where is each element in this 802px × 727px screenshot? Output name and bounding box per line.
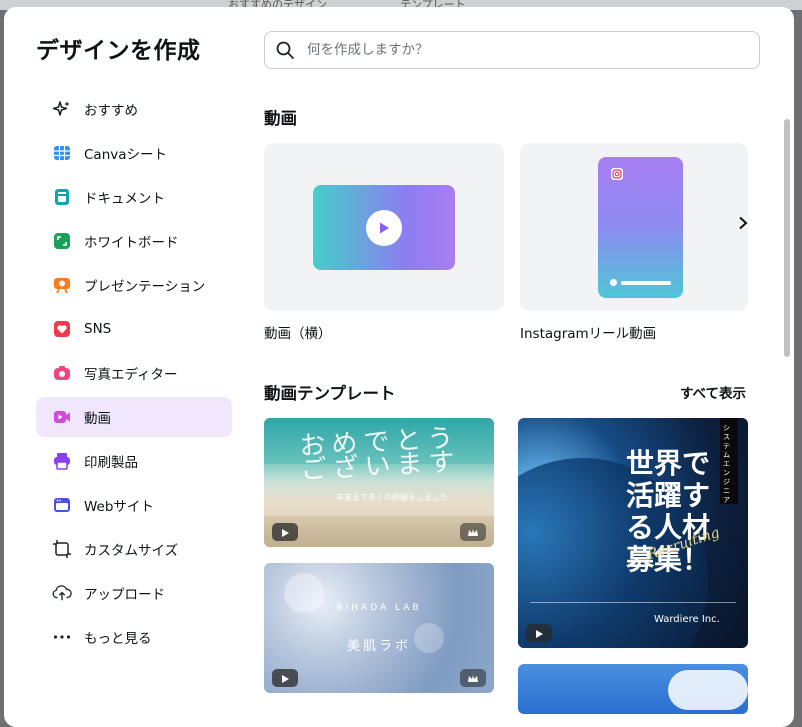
section-title-video: 動画 xyxy=(264,109,297,128)
crown-icon xyxy=(467,523,479,542)
card-instagram-reel[interactable] xyxy=(520,143,748,311)
sidebar-item-sns[interactable]: SNS xyxy=(36,309,232,349)
crown-icon xyxy=(467,669,479,688)
presentation-icon xyxy=(52,275,72,295)
printer-icon xyxy=(52,451,72,471)
card-video-landscape[interactable] xyxy=(264,143,504,311)
sidebar-item-presentation[interactable]: プレゼンテーション xyxy=(36,265,232,305)
play-badge xyxy=(272,669,298,687)
template-congratulations[interactable]: おめでとうございます 卒業まで多くの経験をしました xyxy=(264,418,494,547)
sparkle-icon xyxy=(52,99,72,119)
sidebar-item-photo-editor[interactable]: 写真エディター xyxy=(36,353,232,393)
sidebar-item-website[interactable]: Webサイト xyxy=(36,485,232,525)
more-icon xyxy=(52,627,72,647)
reel-caption-bar xyxy=(621,281,671,285)
sidebar-item-print[interactable]: 印刷製品 xyxy=(36,441,232,481)
sidebar-item-recommended[interactable]: おすすめ xyxy=(36,89,232,129)
sidebar-item-label: アップロード xyxy=(84,587,165,603)
sidebar-item-sheets[interactable]: Canvaシート xyxy=(36,133,232,173)
play-badge xyxy=(272,523,298,541)
modal-title: デザインを作成 xyxy=(36,38,201,64)
sidebar-item-more[interactable]: もっと見る xyxy=(36,617,232,657)
sidebar-item-label: Canvaシート xyxy=(84,147,168,163)
play-badge xyxy=(526,624,552,642)
play-icon xyxy=(534,624,544,643)
template-bihada-lab[interactable]: BIHADA LAB 美肌ラボ xyxy=(264,563,494,693)
main-content: 動画 動画（横） Instagramリール動画 動画テンプレート すべて表示 お… xyxy=(264,7,764,727)
sidebar-item-label: プレゼンテーション xyxy=(84,279,206,295)
play-icon xyxy=(280,523,290,542)
sidebar-item-whiteboard[interactable]: ホワイトボード xyxy=(36,221,232,261)
sidebar-item-document[interactable]: ドキュメント xyxy=(36,177,232,217)
browser-icon xyxy=(52,495,72,515)
carousel-next-button[interactable] xyxy=(730,211,756,237)
template-company-text: Wardiere Inc. xyxy=(654,614,720,625)
cloud-shape xyxy=(668,670,748,710)
scrollbar-thumb[interactable] xyxy=(784,119,790,357)
reel-avatar-dot xyxy=(610,279,617,286)
crop-icon xyxy=(52,539,72,559)
play-icon xyxy=(280,669,290,688)
chevron-right-icon xyxy=(737,215,749,234)
template-recruiting[interactable]: システムエンジニア 世界で活躍する人材募集！ Recruiting Wardie… xyxy=(518,418,748,648)
sidebar-item-label: 印刷製品 xyxy=(84,455,138,471)
sidebar-item-upload[interactable]: アップロード xyxy=(36,573,232,613)
premium-badge xyxy=(460,523,486,541)
cloud-upload-icon xyxy=(52,583,72,603)
sidebar-item-label: ドキュメント xyxy=(84,191,165,207)
section-title-video-templates: 動画テンプレート xyxy=(264,384,396,403)
camera-icon xyxy=(52,363,72,383)
sidebar-item-label: もっと見る xyxy=(84,631,152,647)
sidebar-item-label: Webサイト xyxy=(84,499,154,515)
card-label-instagram-reel: Instagramリール動画 xyxy=(520,326,657,342)
category-sidebar: おすすめ Canvaシート ドキュメント ホワイトボード プレゼンテーション S… xyxy=(36,89,232,661)
video-icon xyxy=(52,407,72,427)
template-subtext: 卒業まで多くの経験をしました xyxy=(336,493,448,502)
document-icon xyxy=(52,187,72,207)
heart-icon xyxy=(52,319,72,339)
sidebar-item-label: おすすめ xyxy=(84,103,138,119)
sidebar-item-custom-size[interactable]: カスタムサイズ xyxy=(36,529,232,569)
template-title-text: 美肌ラボ xyxy=(346,639,411,654)
sidebar-item-label: カスタムサイズ xyxy=(84,543,179,559)
sidebar-item-label: 動画 xyxy=(84,411,111,427)
sidebar-item-label: ホワイトボード xyxy=(84,235,179,251)
table-icon xyxy=(52,143,72,163)
card-label-video-landscape: 動画（横） xyxy=(264,326,332,342)
template-script-text: おめでとうございます xyxy=(298,423,462,486)
play-icon xyxy=(366,210,402,246)
premium-badge xyxy=(460,669,486,687)
show-all-link[interactable]: すべて表示 xyxy=(680,382,746,402)
whiteboard-icon xyxy=(52,231,72,251)
instagram-icon xyxy=(611,168,623,180)
create-design-modal: デザインを作成 おすすめ Canvaシート ドキュメント ホワイトボード プレゼ… xyxy=(4,7,794,727)
divider xyxy=(530,602,736,603)
sidebar-item-video[interactable]: 動画 xyxy=(36,397,232,437)
template-brand-text: BIHADA LAB xyxy=(336,603,422,613)
template-tag-text: システムエンジニア xyxy=(723,424,730,504)
sidebar-item-label: 写真エディター xyxy=(84,367,178,383)
sidebar-item-label: SNS xyxy=(84,321,112,337)
